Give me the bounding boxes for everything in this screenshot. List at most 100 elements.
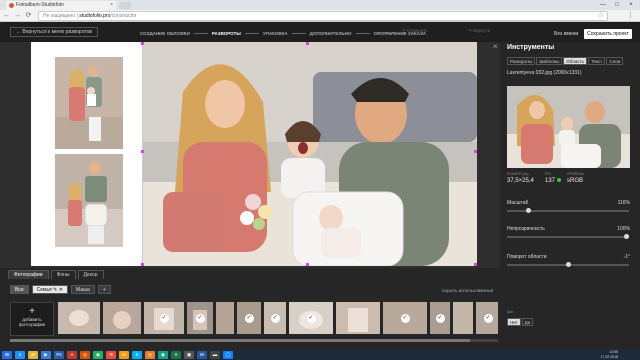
- add-filter-button[interactable]: +: [97, 285, 111, 294]
- photo-thumb[interactable]: ✓: [383, 302, 427, 334]
- reload-icon[interactable]: ⟳: [24, 11, 33, 21]
- clock-date: 17.02.2018: [600, 355, 618, 359]
- taskbar-app-icon[interactable]: ⊞: [2, 351, 12, 359]
- forward-arrow-icon[interactable]: →: [13, 11, 22, 21]
- add-photos-label: добавить фотографии: [19, 317, 45, 327]
- bookmark-star-icon[interactable]: ☆: [598, 11, 604, 21]
- tab-area[interactable]: Область: [563, 57, 587, 65]
- selection-handle[interactable]: [141, 263, 144, 266]
- main-photo[interactable]: [143, 42, 477, 266]
- filter-masha[interactable]: Маша: [70, 285, 95, 294]
- tab-text[interactable]: Текст: [588, 57, 606, 65]
- photo-thumbnails: ✓ ✓ ✓ ✓ ✓ ✓ ✓ ✓: [58, 302, 498, 336]
- taskbar-app-icon[interactable]: A: [67, 351, 77, 359]
- browser-menu-icon[interactable]: ⋮: [627, 11, 634, 21]
- taskbar-app-icon[interactable]: ◯: [223, 351, 233, 359]
- gallery-scrollbar[interactable]: [10, 339, 498, 342]
- selection-handle[interactable]: [141, 42, 144, 45]
- photo-slot-top[interactable]: [55, 57, 123, 149]
- photo-thumb[interactable]: ✓: [476, 302, 498, 334]
- selection-handle[interactable]: [141, 150, 144, 153]
- photo-thumb[interactable]: ✓: [289, 302, 333, 334]
- close-photo-icon[interactable]: ×: [493, 42, 498, 51]
- new-tab-button[interactable]: [119, 2, 131, 9]
- album-filters: Все Семья ✎ ✕ Маша +: [10, 285, 111, 294]
- taskbar-app-icon[interactable]: ◉: [93, 351, 103, 359]
- step-no[interactable]: Нет: [507, 318, 521, 326]
- photo-thumb[interactable]: [216, 302, 234, 334]
- taskbar-app-icon[interactable]: ◉: [158, 351, 168, 359]
- family-photo-thumb: [55, 154, 123, 247]
- window-close-button[interactable]: ×: [624, 0, 638, 10]
- selection-handle[interactable]: [474, 263, 477, 266]
- tab-layers[interactable]: Слои: [606, 57, 624, 65]
- used-check-icon: ✓: [244, 313, 254, 323]
- photo-thumb[interactable]: [103, 302, 141, 334]
- tab-decor[interactable]: Декор: [77, 270, 104, 279]
- photo-thumb[interactable]: ✓: [144, 302, 184, 334]
- selection-handle[interactable]: [474, 150, 477, 153]
- step-packaging[interactable]: УПАКОВКА: [263, 31, 288, 36]
- redo-button[interactable]: ↷ Вернуть: [468, 28, 490, 34]
- step-spreads[interactable]: РАЗВОРОТЫ: [212, 31, 241, 36]
- taskbar-app-icon[interactable]: ▬: [210, 351, 220, 359]
- step-toggle: Нет Да: [507, 318, 534, 326]
- taskbar-app-icon[interactable]: ◎: [80, 351, 90, 359]
- taskbar-app-icon[interactable]: ▣: [184, 351, 194, 359]
- selection-handle[interactable]: [306, 42, 309, 45]
- photo-thumb[interactable]: [453, 302, 473, 334]
- step-yes[interactable]: Да: [521, 318, 534, 326]
- step-cover[interactable]: СОЗДАНИЕ ОБЛОЖКИ: [140, 31, 190, 36]
- tab-templates[interactable]: Шаблоны: [536, 57, 563, 65]
- edit-icon[interactable]: ✎: [53, 287, 57, 293]
- minimize-button[interactable]: —: [596, 0, 610, 10]
- back-to-spreads-button[interactable]: ← Вернуться к меню разворотов: [10, 27, 99, 37]
- rotation-slider-knob[interactable]: [565, 262, 571, 267]
- url-field[interactable]: Не защищено | studiofolio.pro/constructo…: [38, 11, 608, 21]
- add-photos-button[interactable]: + добавить фотографии: [10, 302, 54, 336]
- photo-slot-bottom[interactable]: [55, 154, 123, 247]
- opacity-slider[interactable]: [507, 234, 629, 239]
- taskbar-app-icon[interactable]: ✉: [119, 351, 129, 359]
- tab-photos[interactable]: Фотографии: [8, 270, 49, 279]
- opacity-slider-knob[interactable]: [624, 234, 629, 239]
- photo-thumb[interactable]: ✓: [264, 302, 286, 334]
- clock: 13:55 17.02.2018: [600, 350, 618, 360]
- tab-spreads[interactable]: Развороты: [507, 57, 536, 65]
- photo-thumb[interactable]: ✓: [430, 302, 450, 334]
- taskbar-app-icon[interactable]: ▶: [41, 351, 51, 359]
- scale-slider-knob[interactable]: [525, 208, 531, 213]
- save-project-button[interactable]: Сохранить проект: [584, 29, 632, 39]
- filter-family-label: Семья: [36, 287, 52, 293]
- taskbar-app-icon[interactable]: W: [197, 351, 207, 359]
- undo-button[interactable]: ↶ Отменить: [402, 28, 428, 34]
- photo-thumb[interactable]: [58, 302, 100, 334]
- used-check-icon: ✓: [306, 313, 316, 323]
- close-icon[interactable]: ✕: [59, 287, 63, 293]
- selection-handle[interactable]: [306, 263, 309, 266]
- hide-used-toggle[interactable]: Скрыть использованные: [442, 288, 493, 293]
- scrollbar-thumb[interactable]: [10, 339, 470, 342]
- back-arrow-icon[interactable]: ←: [2, 11, 11, 21]
- taskbar-app-icon[interactable]: e: [15, 351, 25, 359]
- filter-all[interactable]: Все: [10, 285, 29, 294]
- browser-tab[interactable]: Fotoalbum-Studiofoto ×: [6, 1, 116, 10]
- tab-close-icon[interactable]: ×: [110, 1, 113, 10]
- scale-slider[interactable]: [507, 208, 629, 213]
- user-name[interactable]: Без имени: [554, 31, 578, 37]
- tab-title: Fotoalbum-Studiofoto: [16, 2, 64, 8]
- maximize-button[interactable]: □: [610, 0, 624, 10]
- taskbar-app-icon[interactable]: Я: [106, 351, 116, 359]
- tab-backgrounds[interactable]: Фоны: [50, 270, 76, 279]
- photo-thumb[interactable]: [336, 302, 380, 334]
- taskbar-app-icon[interactable]: ◎: [145, 351, 155, 359]
- taskbar-app-icon[interactable]: S: [132, 351, 142, 359]
- photo-thumb[interactable]: ✓: [237, 302, 261, 334]
- photo-thumb[interactable]: ✓: [187, 302, 213, 334]
- filter-family[interactable]: Семья ✎ ✕: [31, 285, 68, 294]
- step-extra[interactable]: ДОПОЛНИТЕЛЬНО: [310, 31, 352, 36]
- taskbar-app-icon[interactable]: X: [171, 351, 181, 359]
- taskbar-app-icon[interactable]: 📁: [28, 351, 38, 359]
- taskbar-app-icon[interactable]: Ps: [54, 351, 64, 359]
- rotation-slider[interactable]: [507, 262, 629, 267]
